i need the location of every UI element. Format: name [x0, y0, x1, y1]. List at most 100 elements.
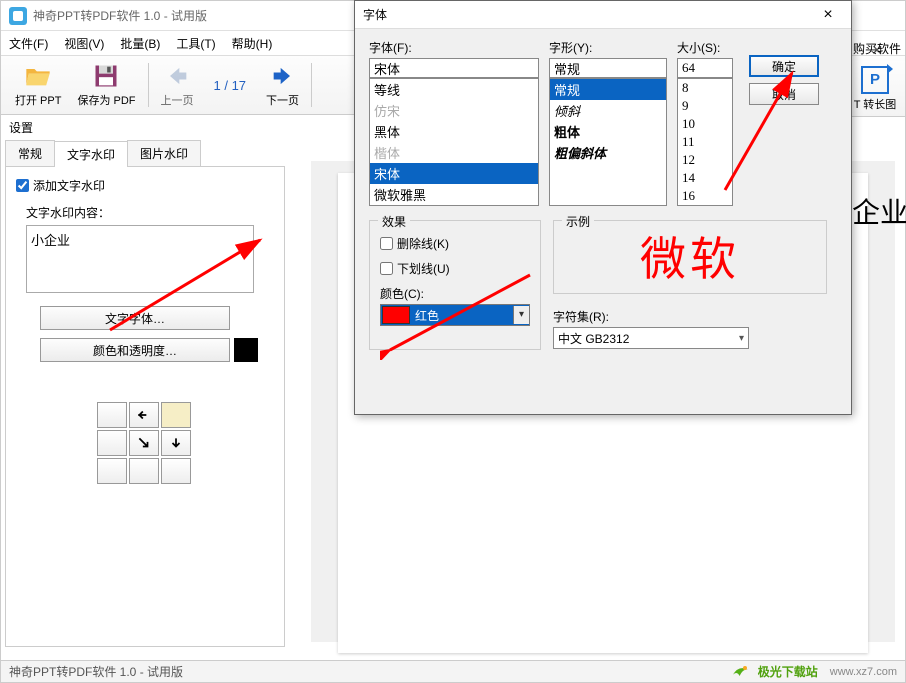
- color-name: 红色: [411, 307, 513, 324]
- brand-logo-icon: [730, 664, 752, 680]
- font-option[interactable]: 仿宋: [370, 100, 538, 121]
- chevron-down-icon: ▾: [513, 306, 529, 324]
- font-dialog-close-icon[interactable]: ×: [813, 6, 843, 24]
- folder-open-icon: [24, 62, 52, 90]
- open-ppt-label: 打开 PPT: [15, 92, 61, 108]
- text-font-button[interactable]: 文字字体…: [40, 306, 230, 330]
- size-label: 大小(S):: [677, 39, 733, 56]
- size-option[interactable]: 8: [678, 79, 732, 97]
- style-option[interactable]: 倾斜: [550, 100, 666, 121]
- color-swatch-icon: [382, 306, 410, 324]
- underline-label: 下划线(U): [397, 260, 450, 277]
- style-option[interactable]: 粗偏斜体: [550, 142, 666, 163]
- next-page-label: 下一页: [266, 92, 299, 108]
- next-page-button[interactable]: 下一页: [258, 58, 307, 112]
- size-option[interactable]: 14: [678, 169, 732, 187]
- font-dialog-title: 字体: [363, 6, 387, 23]
- font-name-input[interactable]: [369, 58, 539, 78]
- pos-ml[interactable]: [97, 430, 127, 456]
- style-option[interactable]: 常规: [550, 79, 666, 100]
- font-option[interactable]: 微软雅黑: [370, 184, 538, 205]
- menu-view[interactable]: 视图(V): [64, 35, 104, 52]
- style-list[interactable]: 常规倾斜粗体粗偏斜体: [549, 78, 667, 206]
- ppt-longimg-button[interactable]: P T 转长图: [845, 61, 905, 117]
- sample-text: 微软: [640, 223, 740, 289]
- menu-file[interactable]: 文件(F): [9, 35, 48, 52]
- pos-br[interactable]: [161, 458, 191, 484]
- open-ppt-button[interactable]: 打开 PPT: [7, 58, 69, 112]
- watermark-preview-text: 企业: [852, 191, 906, 231]
- status-text: 神奇PPT转PDF软件 1.0 - 试用版: [9, 663, 183, 680]
- window-title: 神奇PPT转PDF软件 1.0 - 试用版: [33, 7, 207, 24]
- script-select[interactable]: 中文 GB2312 ▾: [553, 327, 749, 349]
- add-text-watermark-label: 添加文字水印: [33, 177, 105, 194]
- menu-tools[interactable]: 工具(T): [176, 35, 215, 52]
- pos-bc[interactable]: [129, 458, 159, 484]
- script-label: 字符集(R):: [553, 308, 827, 325]
- font-option[interactable]: 楷体: [370, 142, 538, 163]
- pos-tc[interactable]: [129, 402, 159, 428]
- font-option[interactable]: 等线: [370, 79, 538, 100]
- cancel-button[interactable]: 取消: [749, 83, 819, 105]
- tab-image-watermark[interactable]: 图片水印: [127, 140, 201, 166]
- app-icon: [9, 7, 27, 25]
- save-pdf-button[interactable]: 保存为 PDF: [69, 58, 143, 112]
- font-dialog: 字体 × 字体(F): 等线仿宋黑体楷体宋体微软雅黑新宋体 字形(Y): 常规倾…: [354, 0, 852, 415]
- ok-button[interactable]: 确定: [749, 55, 819, 77]
- menu-batch[interactable]: 批量(B): [120, 35, 160, 52]
- color-select[interactable]: 红色 ▾: [380, 304, 530, 326]
- style-label: 字形(Y):: [549, 39, 667, 56]
- pos-mc[interactable]: [129, 430, 159, 456]
- tab-general[interactable]: 常规: [5, 140, 55, 166]
- settings-title: 设置: [5, 119, 285, 136]
- strikethrough-label: 删除线(K): [397, 235, 449, 252]
- font-option[interactable]: 新宋体: [370, 205, 538, 206]
- tab-text-watermark[interactable]: 文字水印: [54, 141, 128, 167]
- watermark-content-input[interactable]: 小企业: [26, 225, 254, 293]
- statusbar: 神奇PPT转PDF软件 1.0 - 试用版 极光下载站 www.xz7.com: [1, 660, 905, 682]
- sample-title: 示例: [562, 213, 594, 230]
- brand-name: 极光下载站: [758, 663, 818, 680]
- sample-group: 示例 微软: [553, 220, 827, 294]
- menu-help[interactable]: 帮助(H): [232, 35, 273, 52]
- floppy-icon: [92, 62, 120, 90]
- watermark-content-label: 文字水印内容：: [26, 204, 274, 221]
- settings-tabs: 常规 文字水印 图片水印: [5, 140, 285, 167]
- effects-title: 效果: [378, 213, 410, 230]
- pos-bl[interactable]: [97, 458, 127, 484]
- underline-checkbox[interactable]: [380, 262, 393, 275]
- size-option[interactable]: 12: [678, 151, 732, 169]
- prev-page-label: 上一页: [161, 92, 194, 108]
- color-opacity-button[interactable]: 颜色和透明度…: [40, 338, 230, 362]
- font-label: 字体(F):: [369, 39, 539, 56]
- font-size-input[interactable]: [677, 58, 733, 78]
- strikethrough-checkbox[interactable]: [380, 237, 393, 250]
- add-text-watermark-checkbox[interactable]: [16, 179, 29, 192]
- arrow-right-icon: [269, 62, 297, 90]
- size-list[interactable]: 891011121416: [677, 78, 733, 206]
- font-list[interactable]: 等线仿宋黑体楷体宋体微软雅黑新宋体: [369, 78, 539, 206]
- font-option[interactable]: 宋体: [370, 163, 538, 184]
- size-option[interactable]: 10: [678, 115, 732, 133]
- effects-group: 效果 删除线(K) 下划线(U) 颜色(C): 红色 ▾: [369, 220, 541, 350]
- color-swatch: [234, 338, 258, 362]
- font-style-input[interactable]: [549, 58, 667, 78]
- pos-tr[interactable]: [161, 402, 191, 428]
- save-pdf-label: 保存为 PDF: [77, 92, 135, 108]
- longimg-label: T 转长图: [854, 96, 897, 112]
- script-value: 中文 GB2312: [558, 330, 629, 347]
- color-label: 颜色(C):: [380, 285, 530, 302]
- arrow-left-icon: [163, 62, 191, 90]
- pos-mr[interactable]: [161, 430, 191, 456]
- page-indicator: 1 / 17: [214, 78, 247, 93]
- pos-tl[interactable]: [97, 402, 127, 428]
- prev-page-button[interactable]: 上一页: [153, 58, 202, 112]
- size-option[interactable]: 16: [678, 187, 732, 205]
- size-option[interactable]: 9: [678, 97, 732, 115]
- buy-link[interactable]: 购买软件: [853, 40, 901, 57]
- size-option[interactable]: 11: [678, 133, 732, 151]
- style-option[interactable]: 粗体: [550, 121, 666, 142]
- brand-url: www.xz7.com: [830, 666, 897, 678]
- chevron-down-icon: ▾: [739, 333, 744, 344]
- font-option[interactable]: 黑体: [370, 121, 538, 142]
